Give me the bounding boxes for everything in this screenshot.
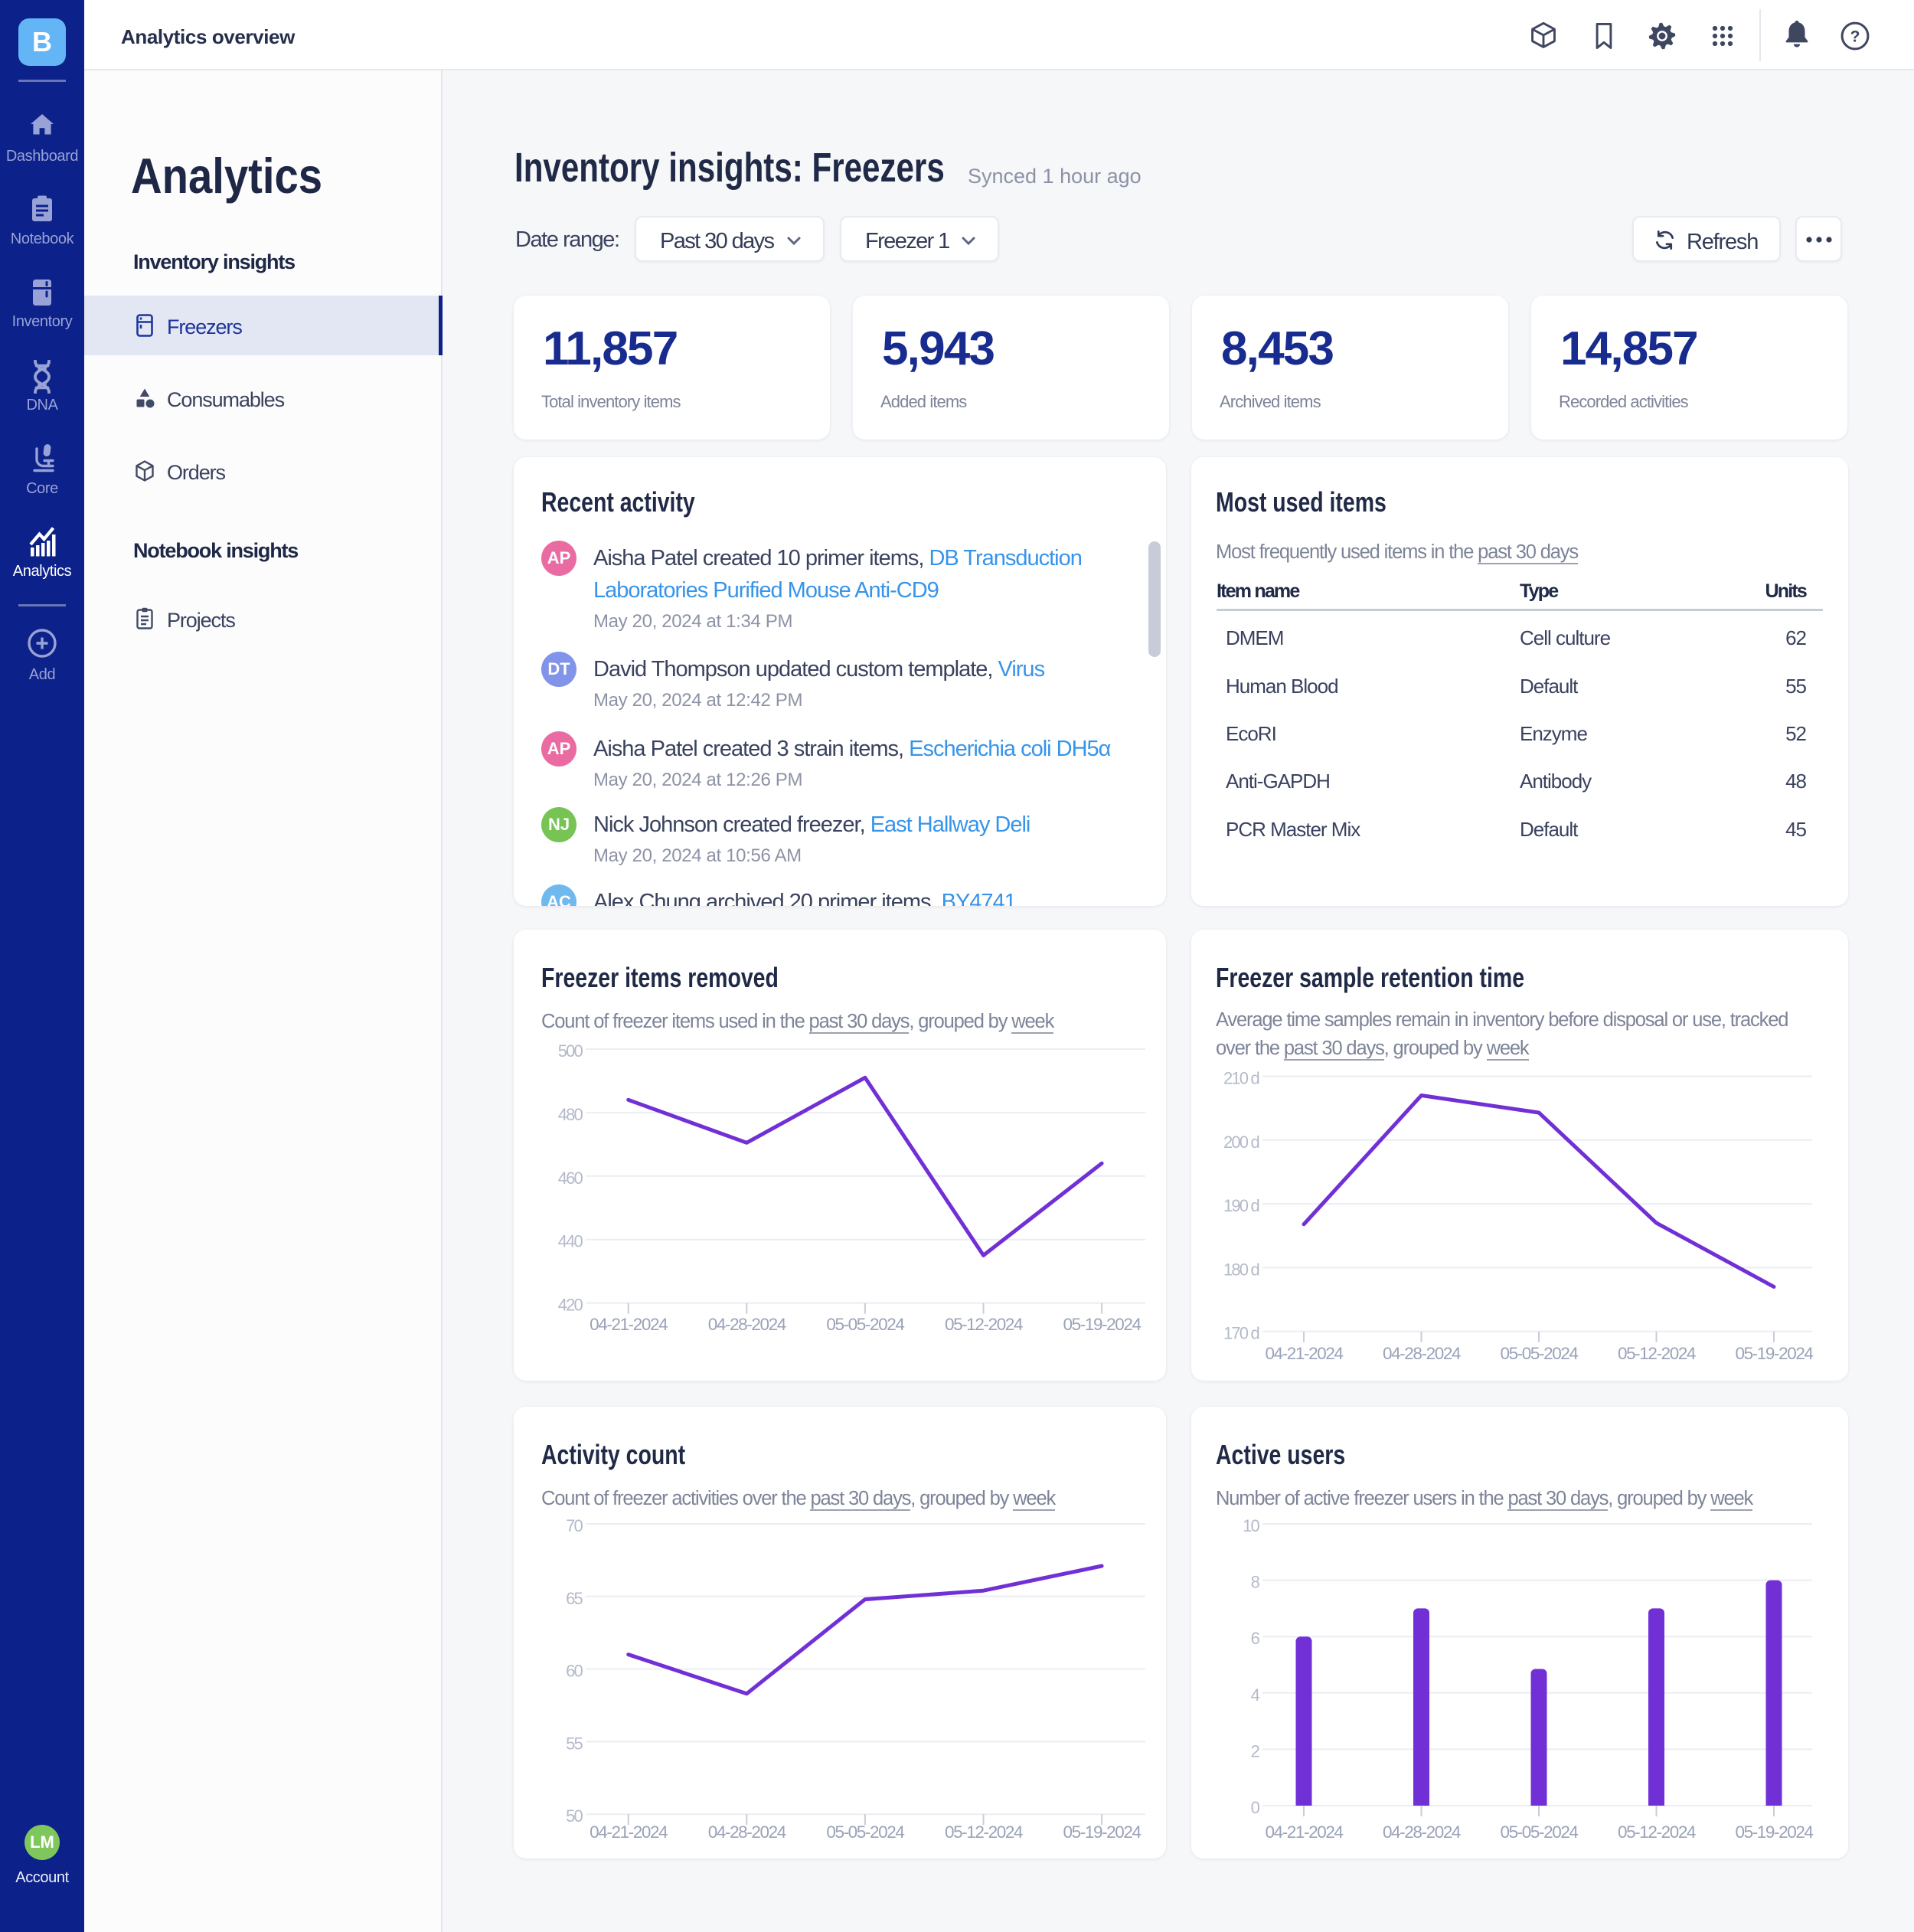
svg-text:440: 440: [558, 1232, 583, 1251]
svg-text:04-28-2024: 04-28-2024: [1383, 1344, 1461, 1363]
svg-text:210 d: 210 d: [1223, 1069, 1259, 1088]
svg-text:480: 480: [558, 1105, 583, 1124]
svg-text:8: 8: [1251, 1573, 1260, 1592]
svg-text:55: 55: [566, 1734, 583, 1753]
svg-text:05-19-2024: 05-19-2024: [1063, 1315, 1142, 1334]
svg-text:65: 65: [566, 1589, 583, 1608]
svg-text:200 d: 200 d: [1223, 1133, 1259, 1152]
svg-text:4: 4: [1251, 1685, 1260, 1705]
svg-text:05-19-2024: 05-19-2024: [1063, 1822, 1142, 1842]
svg-text:05-12-2024: 05-12-2024: [1618, 1344, 1696, 1363]
svg-text:04-21-2024: 04-21-2024: [590, 1315, 668, 1334]
svg-text:05-12-2024: 05-12-2024: [945, 1315, 1023, 1334]
svg-text:60: 60: [566, 1662, 583, 1681]
svg-text:6: 6: [1251, 1629, 1260, 1648]
svg-text:05-19-2024: 05-19-2024: [1735, 1822, 1813, 1842]
svg-text:2: 2: [1251, 1741, 1260, 1760]
svg-text:460: 460: [558, 1169, 583, 1188]
svg-text:04-28-2024: 04-28-2024: [708, 1315, 786, 1334]
svg-text:0: 0: [1251, 1798, 1260, 1817]
svg-text:170 d: 170 d: [1223, 1324, 1259, 1343]
svg-text:05-05-2024: 05-05-2024: [826, 1822, 904, 1842]
svg-text:70: 70: [566, 1516, 583, 1535]
svg-text:500: 500: [558, 1041, 583, 1061]
svg-text:04-28-2024: 04-28-2024: [1383, 1822, 1461, 1842]
svg-text:04-21-2024: 04-21-2024: [1265, 1344, 1343, 1363]
svg-text:04-28-2024: 04-28-2024: [708, 1822, 786, 1842]
svg-text:04-21-2024: 04-21-2024: [590, 1822, 668, 1842]
svg-text:420: 420: [558, 1296, 583, 1315]
svg-text:05-05-2024: 05-05-2024: [1500, 1344, 1578, 1363]
svg-text:10: 10: [1243, 1516, 1259, 1535]
svg-text:50: 50: [566, 1806, 583, 1826]
svg-text:05-05-2024: 05-05-2024: [1500, 1822, 1578, 1842]
svg-text:180 d: 180 d: [1223, 1260, 1259, 1279]
svg-text:05-12-2024: 05-12-2024: [1618, 1822, 1696, 1842]
svg-text:05-12-2024: 05-12-2024: [945, 1822, 1023, 1842]
svg-text:190 d: 190 d: [1223, 1196, 1259, 1215]
svg-text:04-21-2024: 04-21-2024: [1265, 1822, 1343, 1842]
svg-text:05-19-2024: 05-19-2024: [1735, 1344, 1813, 1363]
svg-text:05-05-2024: 05-05-2024: [826, 1315, 904, 1334]
svg-text:?: ?: [1850, 28, 1860, 46]
